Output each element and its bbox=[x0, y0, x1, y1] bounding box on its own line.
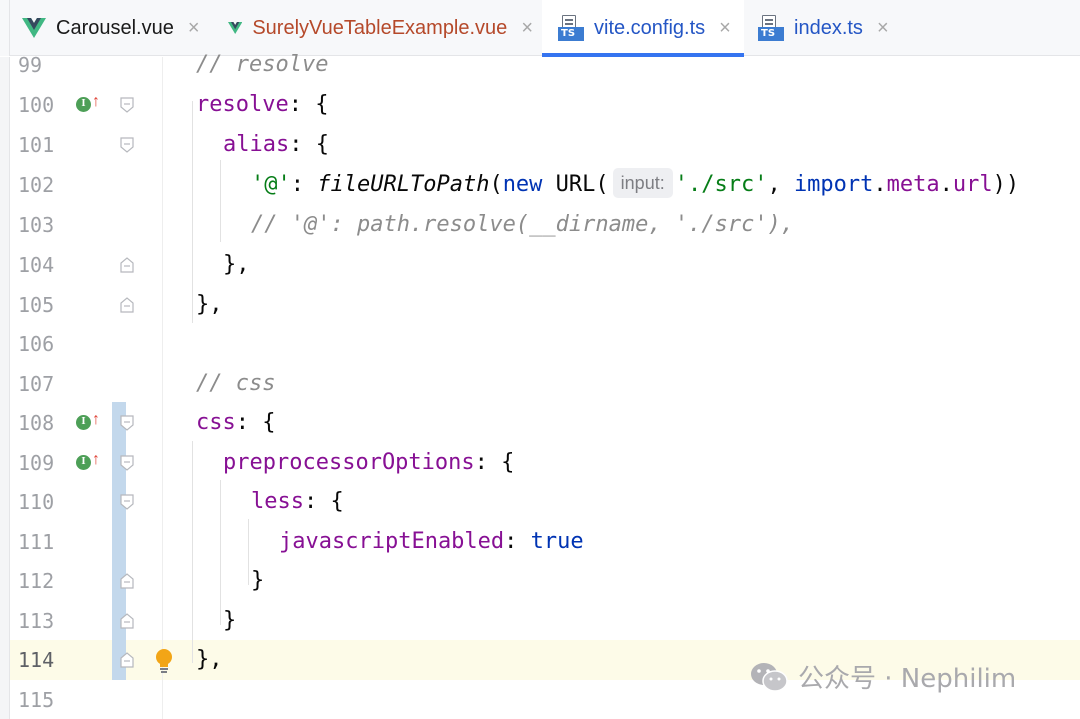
code-text: // '@': path.resolve(__dirname, './src')… bbox=[251, 212, 795, 237]
vue-icon bbox=[228, 22, 243, 34]
line-number: 110 bbox=[18, 490, 55, 514]
code-text: // css bbox=[196, 371, 276, 396]
wechat-icon bbox=[751, 662, 788, 692]
code-text: resolve: { bbox=[196, 92, 329, 117]
code-line[interactable]: 113 } bbox=[0, 601, 1080, 641]
code-text: } bbox=[251, 568, 265, 593]
tab-label: index.ts bbox=[794, 16, 863, 39]
typescript-file-icon: TS bbox=[758, 15, 784, 41]
line-number: 107 bbox=[18, 372, 55, 396]
code-text: // resolve bbox=[196, 52, 329, 77]
code-line[interactable]: 105 }, bbox=[0, 285, 1080, 325]
close-icon[interactable]: × bbox=[188, 18, 200, 38]
code-editor[interactable]: 99 // resolve 100 I ↑ resolve: { 101 alia… bbox=[0, 52, 1080, 719]
fold-open-icon[interactable] bbox=[119, 455, 135, 471]
fold-close-icon[interactable] bbox=[119, 297, 135, 313]
code-text: '@': fileURLToPath(new URL(input: './src'… bbox=[251, 165, 1019, 205]
code-text: alias: { bbox=[223, 132, 329, 157]
code-line[interactable]: 103 // '@': path.resolve(__dirname, './s… bbox=[0, 205, 1080, 245]
line-number: 106 bbox=[18, 332, 55, 356]
code-line[interactable]: 107 // css bbox=[0, 364, 1080, 404]
line-number: 104 bbox=[18, 253, 55, 277]
fold-open-icon[interactable] bbox=[119, 137, 135, 153]
code-line[interactable]: 111 javascriptEnabled: true bbox=[0, 522, 1080, 562]
typescript-file-icon: TS bbox=[558, 15, 584, 41]
code-line[interactable]: 109 I ↑ preprocessorOptions: { bbox=[0, 443, 1080, 483]
line-number: 103 bbox=[18, 213, 55, 237]
line-number: 101 bbox=[18, 133, 55, 157]
code-line[interactable]: 112 } bbox=[0, 561, 1080, 601]
implements-marker-icon[interactable]: I ↑ bbox=[76, 451, 102, 472]
fold-open-icon[interactable] bbox=[119, 415, 135, 431]
code-line[interactable]: 110 less: { bbox=[0, 482, 1080, 522]
tab-label: vite.config.ts bbox=[594, 16, 706, 39]
fold-close-icon[interactable] bbox=[119, 573, 135, 589]
code-line[interactable]: 108 I ↑ css: { bbox=[0, 403, 1080, 443]
tab-label: Carousel.vue bbox=[56, 16, 174, 39]
line-number: 99 bbox=[18, 53, 43, 77]
implements-marker-icon[interactable]: I ↑ bbox=[76, 411, 102, 432]
line-number: 108 bbox=[18, 411, 55, 435]
code-line[interactable]: 104 }, bbox=[0, 245, 1080, 285]
parameter-hint: input: bbox=[612, 168, 673, 198]
fold-close-icon[interactable] bbox=[119, 613, 135, 629]
watermark: 公众号 · Nephilim bbox=[750, 658, 1016, 695]
fold-open-icon[interactable] bbox=[119, 494, 135, 510]
line-number: 114 bbox=[18, 648, 55, 672]
code-text: preprocessorOptions: { bbox=[223, 450, 515, 475]
code-line[interactable]: 100 I ↑ resolve: { bbox=[0, 85, 1080, 125]
code-text: css: { bbox=[196, 410, 276, 435]
implements-marker-icon[interactable]: I ↑ bbox=[76, 93, 102, 114]
code-text: javascriptEnabled: true bbox=[279, 529, 584, 554]
vue-icon bbox=[22, 18, 46, 38]
fold-close-icon[interactable] bbox=[119, 652, 135, 668]
code-text: }, bbox=[196, 647, 223, 672]
line-number: 105 bbox=[18, 293, 55, 317]
lightbulb-icon[interactable] bbox=[152, 647, 176, 675]
code-line[interactable]: 106 bbox=[0, 324, 1080, 364]
close-icon[interactable]: × bbox=[877, 18, 889, 38]
watermark-text: 公众号 · Nephilim bbox=[798, 664, 1017, 694]
line-number: 111 bbox=[18, 530, 55, 554]
code-text: } bbox=[223, 608, 237, 633]
code-line[interactable]: 102 '@': fileURLToPath(new URL(input: './… bbox=[0, 165, 1080, 205]
close-icon[interactable]: × bbox=[719, 18, 731, 38]
code-line[interactable]: 101 alias: { bbox=[0, 125, 1080, 165]
line-number: 115 bbox=[18, 688, 55, 712]
line-number: 109 bbox=[18, 451, 55, 475]
line-number: 102 bbox=[18, 173, 55, 197]
close-icon[interactable]: × bbox=[521, 18, 533, 38]
line-number: 112 bbox=[18, 569, 55, 593]
tab-label: SurelyVueTableExample.vue bbox=[252, 16, 508, 39]
line-number: 113 bbox=[18, 609, 55, 633]
code-text: }, bbox=[196, 292, 223, 317]
line-number: 100 bbox=[18, 93, 55, 117]
code-line[interactable]: 99 // resolve bbox=[0, 45, 1080, 85]
fold-close-icon[interactable] bbox=[119, 257, 135, 273]
fold-open-icon[interactable] bbox=[119, 97, 135, 113]
code-text: less: { bbox=[251, 489, 344, 514]
code-text: }, bbox=[223, 252, 250, 277]
